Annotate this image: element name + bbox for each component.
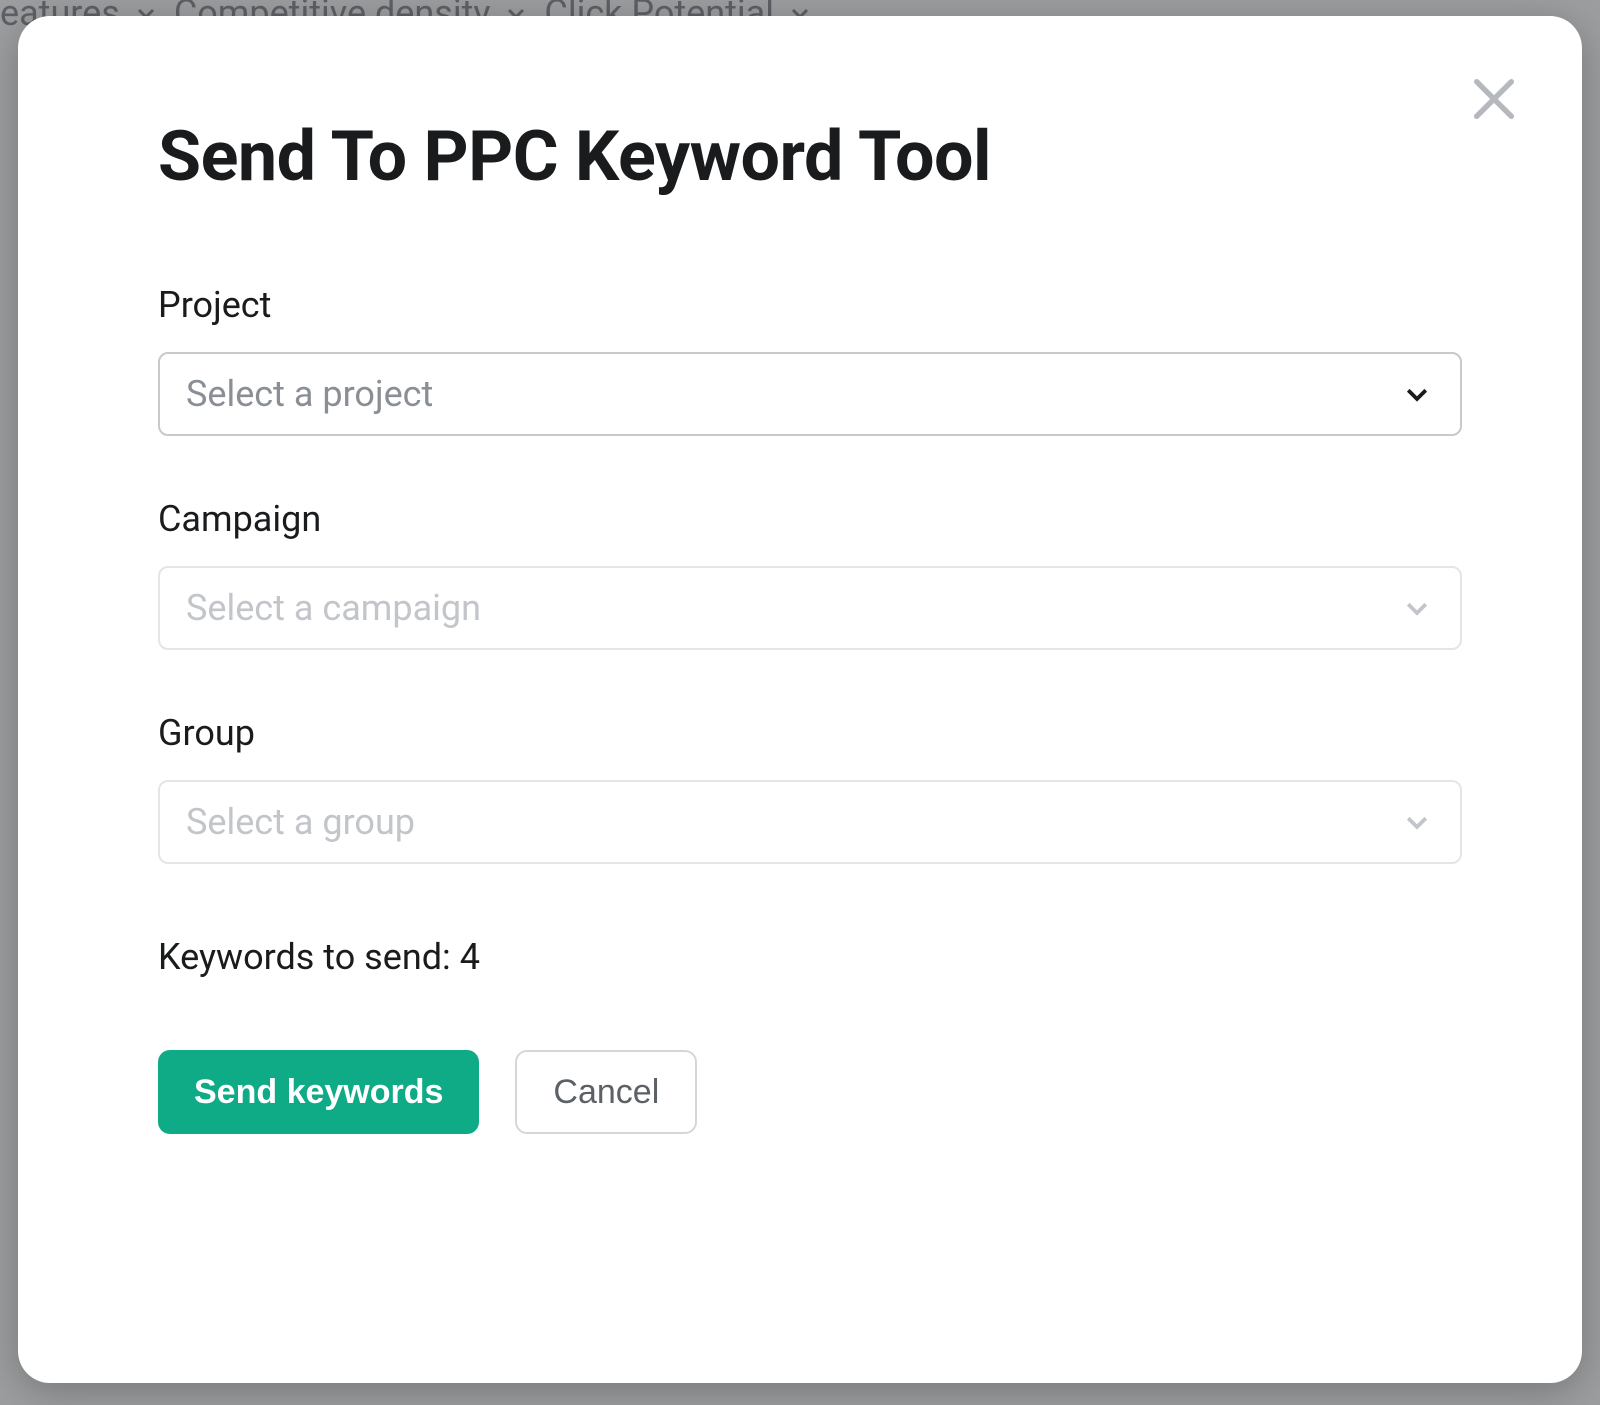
- field-campaign: Campaign Select a campaign: [158, 498, 1462, 650]
- keywords-summary: Keywords to send: 4: [158, 936, 1462, 978]
- cancel-button[interactable]: Cancel: [515, 1050, 697, 1134]
- send-keywords-button[interactable]: Send keywords: [158, 1050, 479, 1134]
- chevron-down-icon: [1402, 379, 1432, 409]
- campaign-placeholder: Select a campaign: [186, 587, 481, 629]
- campaign-label: Campaign: [158, 498, 1462, 540]
- keywords-summary-count: 4: [460, 936, 480, 978]
- modal-title: Send To PPC Keyword Tool: [158, 116, 1462, 198]
- group-select[interactable]: Select a group: [158, 780, 1462, 864]
- close-icon: [1468, 73, 1520, 128]
- project-select[interactable]: Select a project: [158, 352, 1462, 436]
- send-to-ppc-modal: Send To PPC Keyword Tool Project Select …: [18, 16, 1582, 1383]
- modal-actions: Send keywords Cancel: [158, 1050, 1462, 1134]
- project-label: Project: [158, 284, 1462, 326]
- close-button[interactable]: [1462, 68, 1526, 132]
- field-group: Group Select a group: [158, 712, 1462, 864]
- campaign-select[interactable]: Select a campaign: [158, 566, 1462, 650]
- group-label: Group: [158, 712, 1462, 754]
- chevron-down-icon: [1402, 807, 1432, 837]
- keywords-summary-label: Keywords to send:: [158, 936, 460, 978]
- group-placeholder: Select a group: [186, 801, 415, 843]
- field-project: Project Select a project: [158, 284, 1462, 436]
- project-placeholder: Select a project: [186, 373, 433, 415]
- chevron-down-icon: [1402, 593, 1432, 623]
